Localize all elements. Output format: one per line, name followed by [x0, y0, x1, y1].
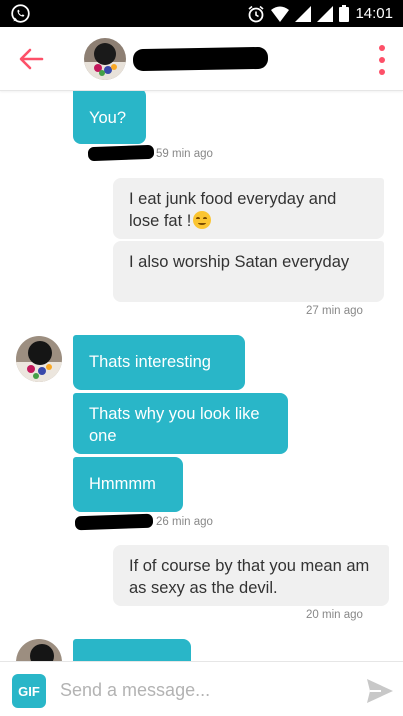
match-avatar[interactable]: [16, 639, 62, 661]
outgoing-message: If of course by that you mean am as sexy…: [113, 545, 389, 606]
redacted-match-name: [132, 46, 269, 72]
clock: 14:01: [355, 5, 393, 22]
incoming-message: Thats interesting: [73, 335, 245, 390]
arrow-left-icon[interactable]: [18, 47, 44, 71]
message-composer: GIF: [0, 661, 403, 716]
match-avatar[interactable]: [84, 38, 126, 80]
message-timestamp: 20 min ago: [306, 609, 363, 621]
outgoing-message: I eat junk food everyday and lose fat !: [113, 178, 384, 239]
redacted-sender: [87, 144, 155, 162]
match-avatar[interactable]: [16, 336, 62, 382]
message-timestamp: 27 min ago: [306, 305, 363, 317]
wifi-icon: [271, 6, 290, 22]
whatsapp-icon: [11, 4, 30, 23]
message-input[interactable]: [60, 675, 340, 705]
send-icon[interactable]: [366, 678, 394, 704]
signal-icon: [317, 5, 334, 22]
alarm-icon: [248, 5, 264, 22]
incoming-message: Hmmmm: [73, 457, 183, 512]
message-list[interactable]: You? 59 min ago I eat junk food everyday…: [0, 91, 403, 661]
outgoing-message: I also worship Satan everyday: [113, 241, 384, 302]
redacted-sender: [74, 513, 154, 531]
status-bar: 14:01: [0, 0, 403, 27]
gif-button[interactable]: GIF: [12, 674, 46, 708]
smiling-face-icon: [193, 211, 212, 229]
incoming-message: Thats why you look like one: [73, 393, 288, 454]
message-timestamp: 26 min ago: [156, 516, 213, 528]
message-text: I eat junk food everyday and lose fat !: [129, 190, 337, 230]
incoming-message: [73, 639, 191, 661]
battery-icon: [339, 5, 350, 22]
incoming-message: You?: [73, 91, 146, 144]
message-timestamp: 59 min ago: [156, 148, 213, 160]
signal-icon: [295, 5, 312, 22]
more-vertical-icon[interactable]: [377, 45, 387, 75]
chat-header: [0, 27, 403, 91]
